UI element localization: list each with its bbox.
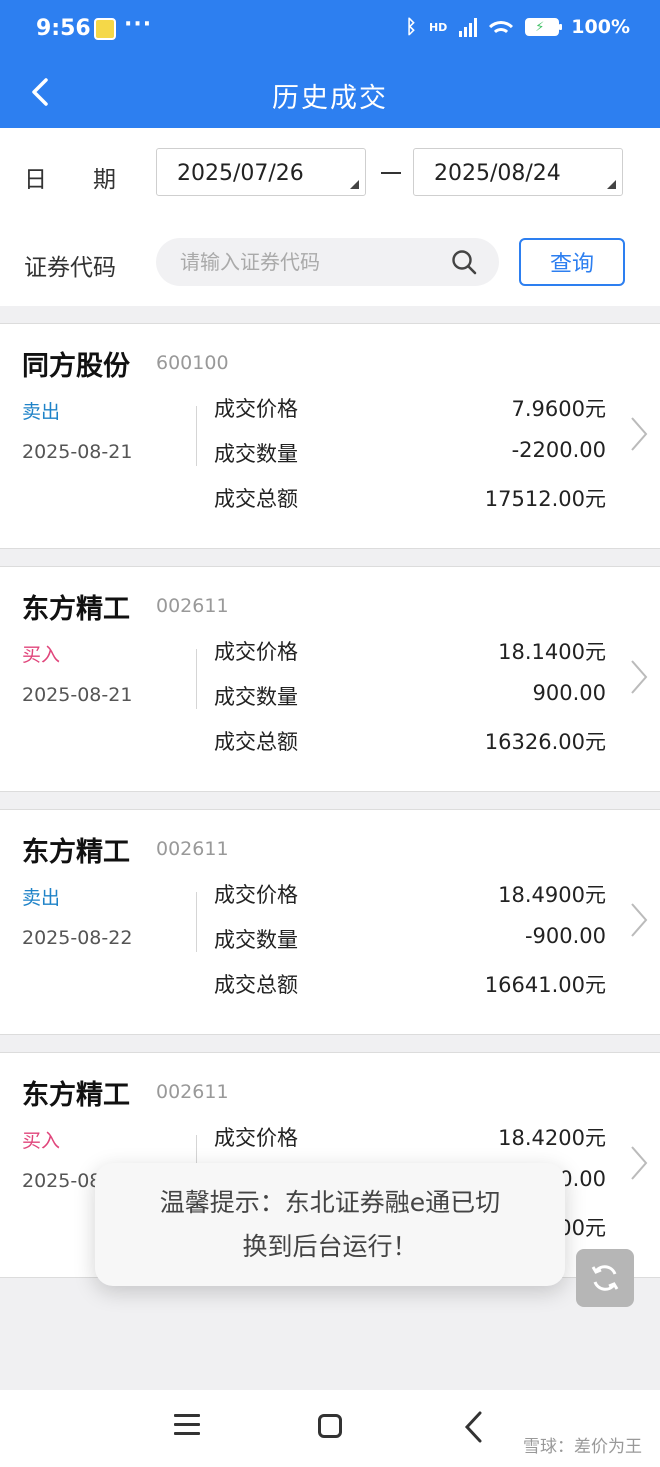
amount-row: 成交总额 16326.00元 [214, 726, 606, 756]
status-bar: 9:56 ··· ᛒ HD ⚡ 100% [0, 0, 660, 60]
status-indicators: ᛒ HD ⚡ 100% [406, 16, 630, 38]
chevron-right-icon [631, 903, 648, 937]
card-divider [196, 406, 197, 466]
trade-date: 2025-08-21 [22, 684, 133, 706]
bluetooth-icon: ᛒ [405, 16, 417, 38]
price-value: 18.1400元 [498, 640, 606, 664]
home-button[interactable] [318, 1414, 342, 1438]
price-row: 成交价格 7.9600元 [214, 393, 606, 423]
amount-label: 成交总额 [214, 973, 298, 997]
trade-card[interactable]: 东方精工 002611 买入 2025-08-21 成交价格 18.1400元 成… [0, 566, 660, 792]
wifi-icon [489, 17, 514, 37]
stock-code: 002611 [156, 595, 229, 617]
price-row: 成交价格 18.1400元 [214, 636, 606, 666]
app-bar: 历史成交 [0, 60, 660, 128]
amount-value: 16326.00元 [484, 730, 606, 754]
query-button[interactable]: 查询 [519, 238, 625, 286]
refresh-icon [591, 1265, 619, 1291]
quantity-label: 成交数量 [214, 685, 298, 709]
price-row: 成交价格 18.4200元 [214, 1122, 606, 1152]
battery-level: 100% [571, 16, 630, 38]
stock-code: 002611 [156, 838, 229, 860]
price-label: 成交价格 [214, 640, 298, 664]
status-time: 9:56 [36, 16, 91, 41]
watermark: 雪球：差价为王 [523, 1437, 642, 1457]
stock-name: 东方精工 [22, 1080, 130, 1111]
trade-card[interactable]: 东方精工 002611 卖出 2025-08-22 成交价格 18.4900元 成… [0, 809, 660, 1035]
battery-icon: ⚡ [525, 18, 563, 36]
amount-value: 17512.00元 [484, 487, 606, 511]
dropdown-corner-icon [350, 180, 359, 189]
card-divider [196, 649, 197, 709]
trade-side: 卖出 [22, 401, 61, 423]
filter-panel: 日期 2025/07/26 2025/08/24 证券代码 查询 [0, 128, 660, 306]
chevron-right-icon [631, 1146, 648, 1180]
security-code-label: 证券代码 [24, 255, 116, 281]
recent-apps-button[interactable] [174, 1414, 200, 1440]
security-code-search [156, 238, 499, 286]
quantity-row: 成交数量 -2200.00 [214, 438, 606, 468]
toast-line-1: 温馨提示：东北证券融e通已切 [159, 1188, 501, 1217]
trade-card[interactable]: 同方股份 600100 卖出 2025-08-21 成交价格 7.9600元 成交… [0, 323, 660, 549]
amount-label: 成交总额 [214, 730, 298, 754]
app-notification-icon [94, 18, 116, 40]
trade-date: 2025-08-21 [22, 441, 133, 463]
system-back-button[interactable] [462, 1410, 486, 1444]
amount-row: 成交总额 16641.00元 [214, 969, 606, 999]
stock-name: 东方精工 [22, 594, 130, 625]
quantity-value: 900.00 [532, 681, 606, 705]
chevron-right-icon [631, 660, 648, 694]
price-row: 成交价格 18.4900元 [214, 879, 606, 909]
trade-side: 卖出 [22, 887, 61, 909]
trade-date: 2025-08 [22, 1170, 102, 1192]
trade-side: 买入 [22, 644, 61, 666]
amount-label: 成交总额 [214, 487, 298, 511]
quantity-label: 成交数量 [214, 442, 298, 466]
quantity-value: -900.00 [524, 924, 606, 948]
amount-value: 00元 [558, 1216, 606, 1240]
network-type: HD [428, 20, 448, 34]
start-date-picker[interactable]: 2025/07/26 [156, 148, 366, 196]
toast-line-2: 换到后台运行！ [242, 1232, 418, 1261]
trade-side: 买入 [22, 1130, 61, 1152]
start-date-value: 2025/07/26 [177, 161, 304, 186]
date-label-char-2: 期 [93, 167, 116, 193]
quantity-label: 成交数量 [214, 928, 298, 952]
trade-date: 2025-08-22 [22, 927, 133, 949]
price-label: 成交价格 [214, 397, 298, 421]
quantity-value: -2200.00 [511, 438, 606, 462]
chevron-right-icon [631, 417, 648, 451]
search-icon[interactable] [451, 249, 477, 275]
price-value: 7.9600元 [511, 397, 606, 421]
quantity-row: 成交数量 900.00 [214, 681, 606, 711]
date-range-separator [381, 172, 401, 174]
stock-code: 600100 [156, 352, 229, 374]
more-notifications-icon: ··· [124, 12, 153, 37]
signal-icon [459, 17, 478, 37]
price-value: 18.4900元 [498, 883, 606, 907]
card-divider [196, 892, 197, 952]
refresh-button[interactable] [576, 1249, 634, 1307]
stock-code: 002611 [156, 1081, 229, 1103]
dropdown-corner-icon [607, 180, 616, 189]
security-code-input[interactable] [180, 250, 450, 274]
page-title: 历史成交 [272, 83, 388, 114]
stock-name: 同方股份 [22, 351, 130, 382]
amount-row: 成交总额 17512.00元 [214, 483, 606, 513]
background-running-toast: 温馨提示：东北证券融e通已切 换到后台运行！ [95, 1163, 565, 1286]
end-date-picker[interactable]: 2025/08/24 [413, 148, 623, 196]
amount-value: 16641.00元 [484, 973, 606, 997]
price-value: 18.4200元 [498, 1126, 606, 1150]
price-label: 成交价格 [214, 1126, 298, 1150]
price-label: 成交价格 [214, 883, 298, 907]
date-label: 日期 [24, 160, 116, 194]
stock-name: 东方精工 [22, 837, 130, 868]
system-nav-bar: 雪球：差价为王 [0, 1390, 660, 1467]
date-label-char-1: 日 [24, 167, 47, 193]
end-date-value: 2025/08/24 [434, 161, 561, 186]
quantity-row: 成交数量 -900.00 [214, 924, 606, 954]
